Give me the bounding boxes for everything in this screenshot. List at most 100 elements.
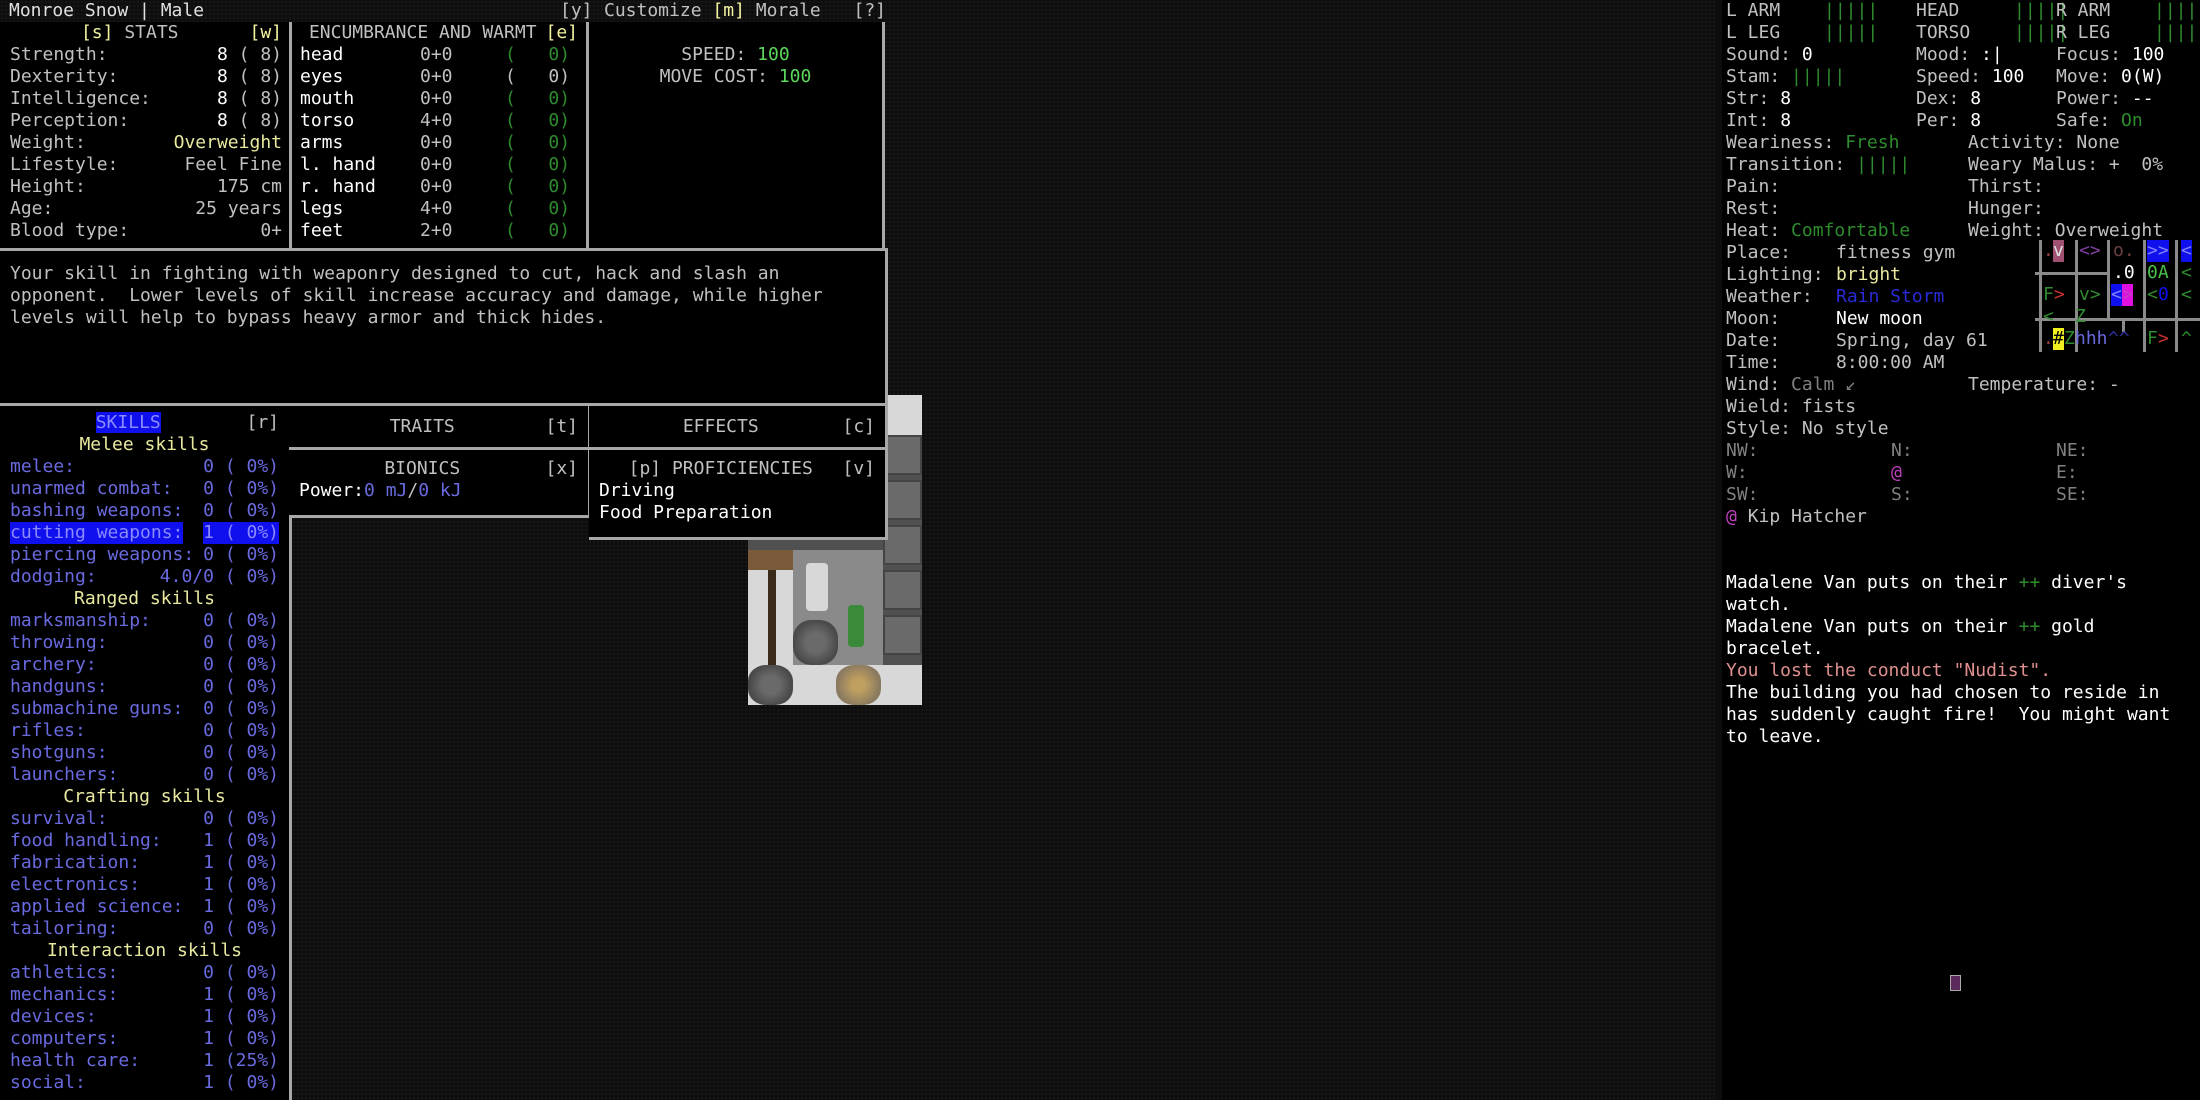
traits-hotkey[interactable]: [t] [545, 416, 578, 438]
skill-row[interactable]: electronics: 1 ( 0%) [10, 874, 279, 896]
skill-row[interactable]: applied science: 1 ( 0%) [10, 896, 279, 918]
stat-row: Blood type: 0+ [10, 220, 282, 242]
skill-row[interactable]: fabrication: 1 ( 0%) [10, 852, 279, 874]
compass-cell: NW: [1726, 440, 1759, 462]
skill-label[interactable]: unarmed combat: [10, 478, 173, 500]
skill-row[interactable]: social: 1 ( 0%) [10, 1072, 279, 1094]
skill-row[interactable]: submachine guns: 0 ( 0%) [10, 698, 279, 720]
skill-label[interactable]: melee: [10, 456, 75, 478]
skill-label[interactable]: shotguns: [10, 742, 108, 764]
stat-label: Weight: [10, 132, 86, 153]
skill-row[interactable]: health care: 1 (25%) [10, 1050, 279, 1072]
encumbrance-hotkey[interactable]: [e] [545, 22, 578, 44]
minimap-symbol: < [2181, 240, 2192, 262]
skills-header[interactable]: SKILLS [r] [10, 412, 279, 434]
customize-button[interactable]: Customize [604, 0, 702, 21]
bionics-hotkey[interactable]: [x] [545, 458, 578, 480]
skill-label[interactable]: throwing: [10, 632, 108, 654]
skill-label[interactable]: submachine guns: [10, 698, 183, 720]
skill-label[interactable]: bashing weapons: [10, 500, 183, 522]
customize-hotkey[interactable]: [y] [560, 0, 593, 22]
description-line: opponent. Lower levels of skill increase… [10, 285, 823, 306]
skill-label[interactable]: social: [10, 1072, 86, 1094]
compass-cell: S: [1891, 484, 1913, 506]
skill-row[interactable]: handguns: 0 ( 0%) [10, 676, 279, 698]
skill-row[interactable]: rifles: 0 ( 0%) [10, 720, 279, 742]
skill-row[interactable]: melee: 0 ( 0%) [10, 456, 279, 478]
skill-row[interactable]: devices: 1 ( 0%) [10, 1006, 279, 1028]
skill-row[interactable]: survival: 0 ( 0%) [10, 808, 279, 830]
skill-row[interactable]: launchers: 0 ( 0%) [10, 764, 279, 786]
compass-cell: N: [1891, 440, 1913, 462]
skill-percent: ( 0%) [224, 764, 279, 785]
skill-label[interactable]: handguns: [10, 676, 108, 698]
skill-row[interactable]: marksmanship: 0 ( 0%) [10, 610, 279, 632]
skill-label[interactable]: devices: [10, 1006, 97, 1028]
proficiencies-left-key[interactable]: [p] [629, 458, 662, 479]
skill-label[interactable]: applied science: [10, 896, 183, 918]
skill-label[interactable]: archery: [10, 654, 97, 676]
skill-row[interactable]: bashing weapons: 0 ( 0%) [10, 500, 279, 522]
skill-label[interactable]: launchers: [10, 764, 118, 786]
skill-label[interactable]: cutting weapons: [10, 522, 184, 544]
morale-hotkey[interactable]: [m] [712, 0, 745, 21]
bionics-panel[interactable]: BIONICS [x] Power: 0 mJ / 0 kJ [289, 450, 591, 518]
stat-value: 175 cm [216, 176, 282, 197]
skill-row[interactable]: tailoring: 0 ( 0%) [10, 918, 279, 940]
proficiencies-panel[interactable]: [p] PROFICIENCIES [v] Driving Food Prepa… [589, 450, 888, 540]
stats-header[interactable]: [s] STATS [w] [10, 22, 282, 44]
skill-label[interactable]: health care: [10, 1050, 140, 1072]
skill-row[interactable]: food handling: 1 ( 0%) [10, 830, 279, 852]
skill-row[interactable]: throwing: 0 ( 0%) [10, 632, 279, 654]
skill-label[interactable]: tailoring: [10, 918, 118, 940]
skill-percent: ( 0%) [224, 1072, 279, 1093]
skill-row[interactable]: athletics: 0 ( 0%) [10, 962, 279, 984]
skill-row[interactable]: archery: 0 ( 0%) [10, 654, 279, 676]
stat-value: 8 [216, 44, 228, 65]
player-sprite[interactable] [848, 605, 864, 647]
skill-row[interactable]: shotguns: 0 ( 0%) [10, 742, 279, 764]
overmap-minimap[interactable]: . v <> o. >> < .0 0A < F > v> < > <0 < < Z. # Zhhh ^^ F > ^ [2035, 240, 2200, 352]
skill-label[interactable]: computers: [10, 1028, 118, 1050]
stat-base: ( 8) [238, 88, 282, 109]
effects-panel[interactable]: EFFECTS [c] [589, 406, 888, 450]
skill-label[interactable]: food handling: [10, 830, 162, 852]
skill-label[interactable]: dodging: [10, 566, 97, 588]
locker-tile [883, 615, 922, 655]
effects-hotkey[interactable]: [c] [842, 416, 875, 438]
stats-hotkey[interactable]: [s] [81, 22, 114, 43]
locker-tile [883, 525, 922, 565]
stats-right-key[interactable]: [w] [249, 22, 282, 44]
encumbrance-header[interactable]: ENCUMBRANCE AND WARMT [e] [300, 22, 578, 44]
skill-row[interactable]: unarmed combat: 0 ( 0%) [10, 478, 279, 500]
body-part-health: L LEG ||||| [1726, 22, 1878, 44]
skill-label[interactable]: piercing weapons: [10, 544, 194, 566]
skill-label[interactable]: electronics: [10, 874, 140, 896]
encumbrance-row: arms 0+0 ( 0) [300, 132, 578, 154]
skill-label[interactable]: survival: [10, 808, 108, 830]
skill-row[interactable]: cutting weapons: 1 ( 0%) [10, 522, 279, 544]
help-hotkey[interactable]: [?] [853, 0, 886, 22]
skills-title[interactable]: SKILLS [95, 412, 161, 433]
skill-label[interactable]: mechanics: [10, 984, 118, 1006]
skills-hotkey[interactable]: [r] [246, 412, 279, 434]
skill-label[interactable]: athletics: [10, 962, 118, 984]
skill-row[interactable]: mechanics: 1 ( 0%) [10, 984, 279, 1006]
warmth-value: ( 0) [505, 220, 571, 241]
skill-label[interactable]: fabrication: [10, 852, 140, 874]
moon-value: New moon [1836, 308, 1923, 329]
npc-sprite[interactable] [806, 563, 828, 611]
encumbrance-value: 0+0 [420, 176, 453, 197]
stat-row: Strength: 8 ( 8) [10, 44, 282, 66]
skill-row[interactable]: computers: 1 ( 0%) [10, 1028, 279, 1050]
npc-name[interactable]: Kip Hatcher [1748, 506, 1867, 527]
morale-button[interactable]: Morale [756, 0, 821, 21]
skill-label[interactable]: rifles: [10, 720, 86, 742]
move-label: Move: [2056, 66, 2111, 87]
locker-tile [883, 570, 922, 610]
traits-panel[interactable]: TRAITS [t] [289, 406, 591, 450]
skill-row[interactable]: piercing weapons: 0 ( 0%) [10, 544, 279, 566]
skill-label[interactable]: marksmanship: [10, 610, 151, 632]
skill-row[interactable]: dodging: 4.0/0 ( 0%) [10, 566, 279, 588]
proficiencies-hotkey[interactable]: [v] [842, 458, 875, 480]
